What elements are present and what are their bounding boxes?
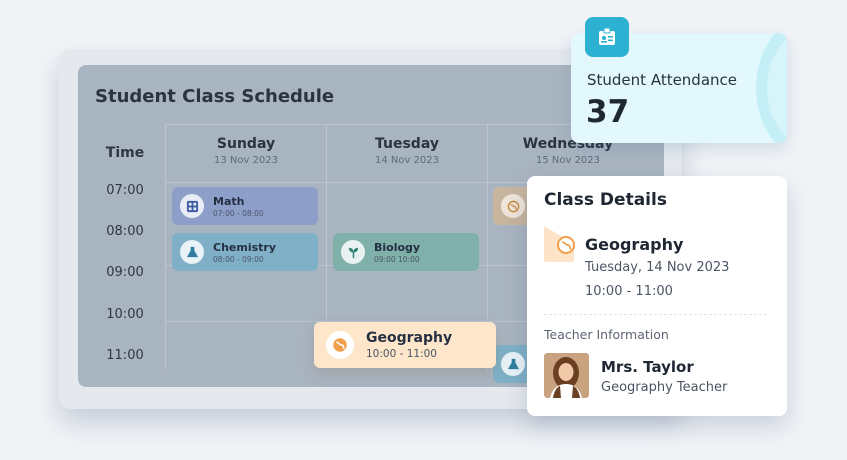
- event-name: Biology: [374, 240, 421, 254]
- teacher-info-label: Teacher Information: [544, 327, 669, 342]
- time-label: 07:00: [106, 183, 144, 198]
- time-label: 10:00: [106, 307, 144, 322]
- flask-icon: [501, 352, 525, 376]
- details-title: Class Details: [544, 190, 667, 210]
- detail-time: 10:00 - 11:00: [585, 284, 673, 299]
- class-event-geography[interactable]: Geography 10:00 - 11:00: [314, 322, 496, 368]
- time-label: 11:00: [106, 348, 144, 363]
- teacher-name: Mrs. Taylor: [601, 358, 694, 376]
- calculator-icon: [180, 194, 204, 218]
- flask-icon: [180, 240, 204, 264]
- attendance-label: Student Attendance: [587, 71, 738, 89]
- event-time: 07:00 - 08:00: [213, 208, 264, 218]
- id-badge-icon: [585, 17, 629, 57]
- class-details-card: Class Details Geography Tuesday, 14 Nov …: [527, 176, 787, 416]
- day-date: 13 Nov 2023: [213, 155, 279, 166]
- detail-subject: Geography: [585, 235, 684, 254]
- event-time: 08:00 - 09:00: [213, 254, 264, 264]
- day-header-tuesday: Tuesday 14 Nov 2023: [327, 136, 487, 166]
- time-label: 09:00: [106, 265, 144, 280]
- event-time: 09:00 10:00: [374, 254, 420, 264]
- day-name: Tuesday: [375, 136, 439, 152]
- attendance-value: 37: [586, 94, 630, 130]
- class-event-biology[interactable]: Biology 09:00 10:00: [333, 233, 479, 271]
- schedule-title: Student Class Schedule: [95, 86, 335, 107]
- globe-icon: [501, 194, 525, 218]
- day-header-sunday: Sunday 13 Nov 2023: [166, 136, 326, 166]
- time-column-header: Time: [105, 145, 145, 161]
- avatar[interactable]: [544, 353, 589, 398]
- teacher-role: Geography Teacher: [601, 380, 728, 395]
- detail-date: Tuesday, 14 Nov 2023: [585, 260, 730, 275]
- event-time: 10:00 - 11:00: [366, 348, 437, 360]
- day-date: 15 Nov 2023: [535, 155, 601, 166]
- event-name: Geography: [366, 330, 453, 346]
- globe-icon: [326, 331, 354, 359]
- time-label: 08:00: [106, 224, 144, 239]
- class-event-math[interactable]: Math 07:00 - 08:00: [172, 187, 318, 225]
- class-event-chemistry[interactable]: Chemistry 08:00 - 09:00: [172, 233, 318, 271]
- event-name: Math: [213, 194, 245, 208]
- event-name: Chemistry: [213, 240, 276, 254]
- day-date: 14 Nov 2023: [374, 155, 440, 166]
- divider: [544, 314, 767, 315]
- globe-icon: [555, 234, 577, 256]
- sprout-icon: [341, 240, 365, 264]
- day-name: Sunday: [216, 136, 276, 152]
